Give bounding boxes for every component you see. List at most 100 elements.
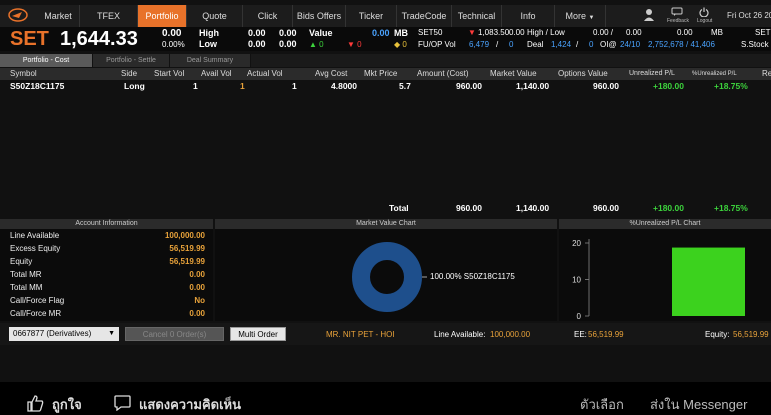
market-value-chart-title: Market Value Chart xyxy=(215,219,557,229)
tab-deal-summary[interactable]: Deal Summary xyxy=(170,54,251,67)
nav-tradecode[interactable]: TradeCode xyxy=(397,5,452,27)
decline-count: ▼ 0 xyxy=(347,40,362,49)
nav-tfex[interactable]: TFEX xyxy=(80,5,138,27)
nav-more[interactable]: More ▼ xyxy=(555,5,606,27)
cell-pct-unrealized-pl: +18.75% xyxy=(714,81,748,91)
total-pct-unrealized-pl: +18.75% xyxy=(714,203,748,213)
comment-icon[interactable] xyxy=(114,395,131,411)
thumbs-up-icon[interactable] xyxy=(27,395,44,412)
like-button[interactable]: ถูกใจ xyxy=(52,394,82,415)
cell-avail-vol: 1 xyxy=(240,81,245,91)
table-row[interactable]: S50Z18C1175 Long 1 1 1 4.8000 5.7 960.00… xyxy=(0,80,771,93)
multi-order-button[interactable]: Multi Order xyxy=(230,327,286,341)
tab-portfolio-settle[interactable]: Portfolio - Settle xyxy=(93,54,170,67)
value-unit: MB xyxy=(394,28,408,38)
social-action-bar: ถูกใจ แสดงความคิดเห็น ตัวเลือก ส่งใน Mes… xyxy=(0,390,771,415)
account-value-equity: 56,519.99 xyxy=(169,257,205,266)
unrealized-chart-title: %Unrealized P/L Chart xyxy=(559,219,771,229)
account-value-call-force-mr: 0.00 xyxy=(189,309,205,318)
col-re[interactable]: Re xyxy=(762,68,771,80)
col-avail-vol[interactable]: Avail Vol xyxy=(201,68,232,80)
nav-info[interactable]: Info xyxy=(502,5,555,27)
footer-ee-value: 56,519.99 xyxy=(588,330,624,339)
col-mkt-price[interactable]: Mkt Price xyxy=(364,68,397,80)
feedback-icon[interactable] xyxy=(671,7,683,17)
chevron-down-icon: ▼ xyxy=(108,330,115,337)
send-messenger-link[interactable]: ส่งใน Messenger xyxy=(650,394,747,415)
cell-actual-vol: 1 xyxy=(292,81,297,91)
account-value-call-force-flag: No xyxy=(194,296,205,305)
options-link[interactable]: ตัวเลือก xyxy=(580,394,624,415)
cell-symbol: S50Z18C1175 xyxy=(10,81,65,91)
unrealized-chart-panel: 20 10 0 xyxy=(559,229,771,321)
col-options-value[interactable]: Options Value xyxy=(558,68,608,80)
low-val-1: 0.00 xyxy=(248,39,266,49)
mb-value: 0.00 xyxy=(677,28,693,37)
nav-bids-offers[interactable]: Bids Offers xyxy=(293,5,346,27)
unchanged-icon: ◆ xyxy=(394,40,401,49)
high-low-value-1: 0.00 / xyxy=(593,28,614,37)
cell-side: Long xyxy=(124,81,145,91)
comment-button[interactable]: แสดงความคิดเห็น xyxy=(139,394,241,415)
col-pct-unrealized-pl[interactable]: %Unrealized P/L xyxy=(692,68,737,80)
fuop-value-1: 6,479 xyxy=(469,40,490,49)
value-label: Value xyxy=(309,28,333,38)
col-amount-cost[interactable]: Amount (Cost) xyxy=(417,68,469,80)
col-market-value[interactable]: Market Value xyxy=(490,68,537,80)
advance-value: 0 xyxy=(319,40,324,49)
index-bar: SET 1,644.33 0.00 0.00% High Low 0.00 0.… xyxy=(0,27,771,51)
cell-avg-cost: 4.8000 xyxy=(331,81,357,91)
account-value-line-available: 100,000.00 xyxy=(164,231,205,240)
y-tick-label: 0 xyxy=(577,312,582,321)
cancel-orders-button[interactable]: Cancel 0 Order(s) xyxy=(125,327,224,341)
cell-unrealized-pl: +180.00 xyxy=(653,81,684,91)
power-icon[interactable] xyxy=(699,7,709,17)
bar-s50z18c1175 xyxy=(672,247,745,316)
footer-equity-value: 56,519.99 xyxy=(733,330,769,339)
account-label-total-mr: Total MR xyxy=(10,270,42,279)
set50-label: SET50 xyxy=(418,28,443,37)
footer-ee-label: EE: xyxy=(574,330,587,339)
nav-quote[interactable]: Quote xyxy=(187,5,243,27)
donut-slice-label: 100.00% S50Z18C1175 xyxy=(430,272,515,281)
col-start-vol[interactable]: Start Vol xyxy=(154,68,184,80)
account-value-excess-equity: 56,519.99 xyxy=(169,244,205,253)
chevron-down-icon: ▼ xyxy=(588,15,595,21)
nav-portfolio[interactable]: Portfolio xyxy=(138,5,187,27)
nav-click[interactable]: Click xyxy=(243,5,293,27)
advance-count: ▲ 0 xyxy=(309,40,324,49)
feedback-label: Feedback xyxy=(667,18,689,24)
unchanged-value: 0 xyxy=(402,40,407,49)
low-val-2: 0.00 xyxy=(279,39,297,49)
footer-line-available-label: Line Available: xyxy=(434,330,486,339)
col-symbol[interactable]: Symbol xyxy=(10,68,37,80)
total-label: Total xyxy=(389,203,409,213)
high-val-1: 0.00 xyxy=(248,28,266,38)
col-avg-cost[interactable]: Avg Cost xyxy=(315,68,347,80)
tab-portfolio-cost[interactable]: Portfolio - Cost xyxy=(0,54,93,67)
logout-label: Logout xyxy=(697,18,713,24)
col-actual-vol[interactable]: Actual Vol xyxy=(247,68,283,80)
low-label: Low xyxy=(199,39,217,49)
date-display: Fri Oct 26 20 xyxy=(727,11,771,20)
col-unrealized-pl[interactable]: Unrealized P/L xyxy=(629,68,675,80)
account-label-excess-equity: Excess Equity xyxy=(10,244,61,253)
cell-amount-cost: 960.00 xyxy=(456,81,482,91)
user-icon[interactable] xyxy=(643,8,655,22)
oi-value-2: / 41,406 xyxy=(686,40,715,49)
table-header: Symbol Side Start Vol Avail Vol Actual V… xyxy=(0,68,771,80)
y-tick-label: 20 xyxy=(572,239,581,248)
account-select[interactable]: 0667877 (Derivatives) ▼ xyxy=(9,327,119,341)
nav-ticker[interactable]: Ticker xyxy=(346,5,397,27)
deal-value-1: 1,424 xyxy=(551,40,572,49)
arrow-up-icon: ▲ xyxy=(309,40,317,49)
nav-market[interactable]: Market xyxy=(37,5,80,27)
top-nav: Market TFEX Portfolio Quote Click Bids O… xyxy=(0,5,771,27)
col-side[interactable]: Side xyxy=(121,68,137,80)
arrow-down-icon: ▼ xyxy=(347,40,355,49)
account-select-value: 0667877 (Derivatives) xyxy=(13,329,92,338)
footer-bar: 0667877 (Derivatives) ▼ Cancel 0 Order(s… xyxy=(0,323,771,345)
cell-start-vol: 1 xyxy=(193,81,198,91)
nav-technical[interactable]: Technical xyxy=(452,5,502,27)
account-value-total-mm: 0.00 xyxy=(189,283,205,292)
